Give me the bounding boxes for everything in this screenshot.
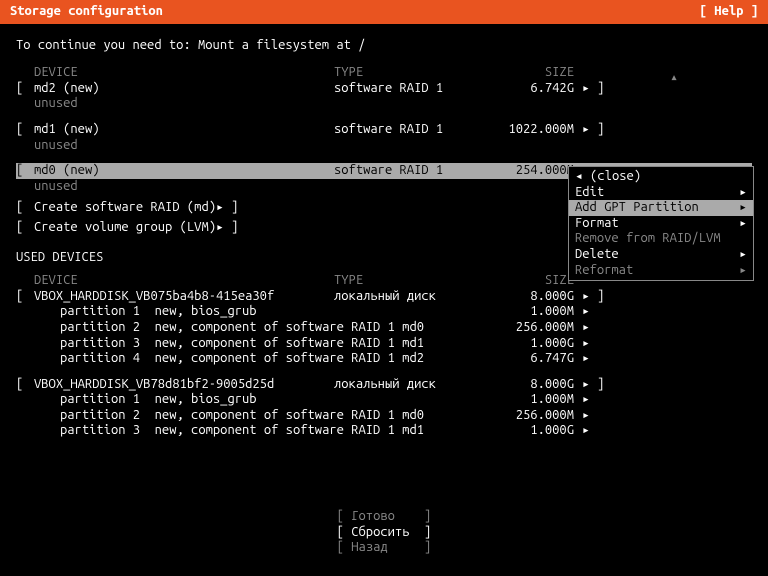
chevron-right-icon: ▸ ] [574, 377, 604, 393]
menu-item: Reformat▸ [569, 263, 753, 279]
partition-row[interactable]: partition 1 new, bios_grub1.000M▸ [16, 392, 752, 408]
done-button[interactable]: [ Готово ] [0, 509, 768, 525]
chevron-right-icon: ▸ [574, 304, 604, 320]
chevron-right-icon: ▸ [216, 220, 224, 236]
used-device-row[interactable]: [ VBOX_HARDDISK_VB78d81bf2-9005d25dлокал… [16, 377, 752, 393]
chevron-right-icon: ▸ [574, 336, 604, 352]
back-button[interactable]: [ Назад ] [0, 540, 768, 556]
instruction-text: To continue you need to: Mount a filesys… [16, 38, 752, 54]
chevron-right-icon: ▸ ] [574, 81, 604, 97]
partition-row[interactable]: partition 1 new, bios_grub1.000M▸ [16, 304, 752, 320]
footer-buttons: [ Готово ] [ Сбросить ] [ Назад ] [0, 509, 768, 556]
menu-item[interactable]: Edit▸ [569, 185, 753, 201]
partition-row[interactable]: partition 2 new, component of software R… [16, 408, 752, 424]
menu-item[interactable]: Format▸ [569, 216, 753, 232]
chevron-right-icon: ▸ [216, 200, 224, 216]
chevron-right-icon: ▸ [574, 408, 604, 424]
menu-item[interactable]: Add GPT Partition▸ [569, 200, 753, 216]
chevron-right-icon: ▸ [739, 216, 747, 232]
chevron-right-icon: ▸ [739, 263, 747, 279]
chevron-right-icon: ▸ ] [574, 122, 604, 138]
used-device-row[interactable]: [ VBOX_HARDDISK_VB075ba4b8-415ea30fлокал… [16, 289, 752, 305]
help-button[interactable]: [ Help ] [700, 4, 758, 20]
header-bar: Storage configuration [ Help ] [0, 0, 768, 24]
scroll-up-indicator: ▴ [670, 70, 678, 86]
chevron-right-icon: ▸ [739, 200, 747, 216]
header-title: Storage configuration [10, 4, 163, 20]
partition-row[interactable]: partition 2 new, component of software R… [16, 320, 752, 336]
chevron-right-icon: ▸ [574, 423, 604, 439]
available-column-header: DEVICE TYPE SIZE [16, 65, 752, 81]
chevron-right-icon: ▸ [574, 392, 604, 408]
menu-item: Remove from RAID/LVM [569, 231, 753, 247]
reset-button[interactable]: [ Сбросить ] [0, 525, 768, 541]
chevron-right-icon: ▸ [739, 247, 747, 263]
device-status: unused [16, 96, 752, 112]
chevron-right-icon: ▸ [739, 185, 747, 201]
available-device-row[interactable]: [ md2 (new)software RAID 16.742G▸ ] [16, 81, 752, 97]
partition-row[interactable]: partition 3 new, component of software R… [16, 336, 752, 352]
device-status: unused [16, 138, 752, 154]
chevron-right-icon: ▸ [574, 320, 604, 336]
menu-item[interactable]: Delete▸ [569, 247, 753, 263]
partition-row[interactable]: partition 3 new, component of software R… [16, 423, 752, 439]
partition-row[interactable]: partition 4 new, component of software R… [16, 351, 752, 367]
menu-close[interactable]: ◂ (close) [569, 169, 753, 185]
chevron-right-icon: ▸ ] [574, 289, 604, 305]
device-context-menu[interactable]: ◂ (close) Edit▸Add GPT Partition▸Format▸… [568, 166, 754, 281]
available-device-row[interactable]: [ md1 (new)software RAID 11022.000M▸ ] [16, 122, 752, 138]
chevron-right-icon: ▸ [574, 351, 604, 367]
